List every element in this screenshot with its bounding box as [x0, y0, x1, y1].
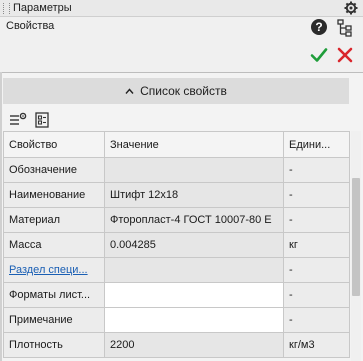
table-row[interactable]: Материал Фторопласт-4 ГОСТ 10007-80 E - — [3, 207, 350, 233]
property-value[interactable]: Штифт 12x18 — [104, 182, 284, 208]
scrollbar-thumb[interactable] — [352, 178, 360, 296]
property-value-input[interactable] — [104, 282, 284, 308]
drag-handle[interactable] — [3, 2, 10, 14]
column-header-unit[interactable]: Едини... — [283, 131, 350, 158]
property-unit: - — [283, 307, 350, 333]
property-value[interactable]: 2200 — [104, 332, 284, 358]
property-value[interactable] — [104, 257, 284, 283]
chevron-up-icon — [125, 87, 134, 94]
close-icon[interactable] — [336, 46, 354, 64]
property-unit: - — [283, 207, 350, 233]
table-row[interactable]: Наименование Штифт 12x18 - — [3, 182, 350, 208]
checkmark-icon[interactable] — [310, 46, 328, 64]
property-unit: кг/м3 — [283, 332, 350, 358]
property-name: Масса — [3, 232, 105, 258]
table-row[interactable]: Плотность 2200 кг/м3 — [3, 332, 350, 358]
property-name: Плотность — [3, 332, 105, 358]
property-name: Материал — [3, 207, 105, 233]
property-unit: - — [283, 282, 350, 308]
tree-structure-icon[interactable] — [337, 19, 353, 37]
property-unit: - — [283, 182, 350, 208]
table-row[interactable]: Раздел специ... - — [3, 257, 350, 283]
property-unit: кг — [283, 232, 350, 258]
gear-icon[interactable] — [344, 1, 358, 15]
property-unit: - — [283, 257, 350, 283]
question-icon[interactable]: ? — [311, 19, 327, 35]
page-title: Свойства — [6, 20, 55, 32]
column-header-value[interactable]: Значение — [104, 131, 284, 158]
panel-title: Параметры — [13, 2, 72, 14]
table-header-row: Свойство Значение Едини... — [3, 131, 350, 158]
property-name: Форматы лист... — [3, 282, 105, 308]
property-sheet-icon[interactable] — [34, 112, 52, 128]
section-title: Список свойств — [140, 84, 227, 98]
property-name: Наименование — [3, 182, 105, 208]
panel-titlebar: Параметры — [0, 0, 363, 17]
table-row[interactable]: Примечание - — [3, 307, 350, 333]
property-name-link[interactable]: Раздел специ... — [3, 257, 105, 283]
property-unit: - — [283, 157, 350, 183]
left-divider — [0, 72, 2, 361]
column-header-property[interactable]: Свойство — [3, 131, 105, 158]
table-row[interactable]: Масса 0.004285 кг — [3, 232, 350, 258]
table-row[interactable]: Форматы лист... - — [3, 282, 350, 308]
property-name: Примечание — [3, 307, 105, 333]
properties-table: Свойство Значение Едини... Обозначение -… — [3, 131, 350, 358]
property-value[interactable]: Фторопласт-4 ГОСТ 10007-80 E — [104, 207, 284, 233]
property-name: Обозначение — [3, 157, 105, 183]
table-row[interactable]: Обозначение - — [3, 157, 350, 183]
property-value[interactable] — [104, 157, 284, 183]
property-value-input[interactable] — [104, 307, 284, 333]
add-property-icon[interactable] — [9, 112, 27, 128]
section-header-properties-list[interactable]: Список свойств — [3, 78, 349, 104]
property-value[interactable]: 0.004285 — [104, 232, 284, 258]
